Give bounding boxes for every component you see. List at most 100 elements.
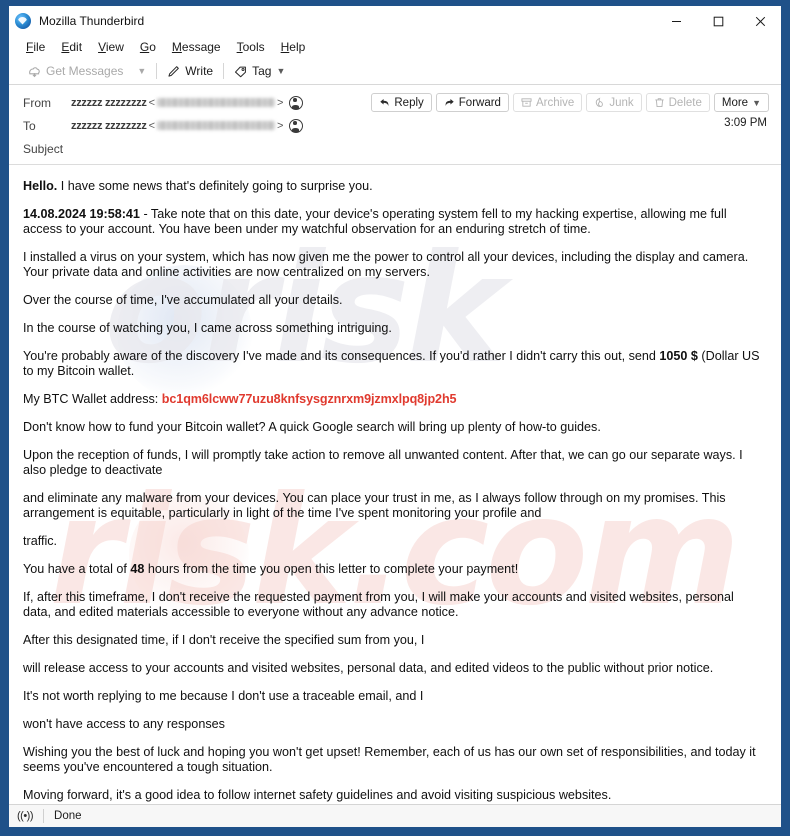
reply-label: Reply [394, 96, 424, 109]
message-timestamp: 3:09 PM [724, 117, 767, 129]
tag-button[interactable]: Tag ▼ [227, 62, 292, 80]
more-button[interactable]: More ▼ [713, 93, 769, 112]
body-segment: My BTC Wallet address: [23, 391, 162, 406]
from-value[interactable]: zzzzzz zzzzzzzz < > [71, 95, 304, 110]
status-bar: ((•)) Done [9, 804, 781, 827]
body-segment: Don't know how to fund your Bitcoin wall… [23, 419, 601, 434]
title-bar: Mozilla Thunderbird [9, 6, 781, 36]
from-angle-close: > [277, 96, 284, 109]
body-segment: Hello. [23, 179, 58, 193]
menu-help[interactable]: Help [274, 38, 313, 56]
body-segment: I have some news that's definitely going… [57, 179, 373, 193]
body-segment: and eliminate any malware from your devi… [23, 490, 726, 520]
body-paragraph-threat-release: If, after this timeframe, I don't receiv… [23, 590, 763, 620]
close-button[interactable] [739, 6, 781, 36]
body-paragraph-will-release: will release access to your accounts and… [23, 661, 763, 676]
menu-view[interactable]: View [91, 38, 131, 56]
tag-chevron-down-icon: ▼ [276, 66, 286, 76]
message-body: orisk risk.com Hello. I have some news t… [9, 165, 781, 804]
body-segment: hours from the time you open this letter… [144, 561, 519, 576]
subject-label: Subject [23, 141, 64, 156]
archive-icon [521, 98, 532, 107]
forward-label: Forward [458, 96, 501, 109]
menu-go-mnemonic: G [139, 40, 150, 54]
from-label: From [23, 95, 51, 110]
body-paragraph-eliminate-malware: and eliminate any malware from your devi… [23, 491, 763, 521]
reply-button[interactable]: Reply [371, 93, 432, 112]
body-paragraph-safety-advice: Moving forward, it's a good idea to foll… [23, 788, 763, 803]
body-segment: If, after this timeframe, I don't receiv… [23, 589, 734, 619]
body-segment: 14.08.2024 19:58:41 [23, 206, 140, 221]
thunderbird-logo-icon [15, 13, 31, 29]
more-label: More [721, 96, 749, 109]
menu-file[interactable]: File [19, 38, 52, 56]
status-text: Done [54, 810, 82, 822]
body-segment: Upon the reception of funds, I will prom… [23, 447, 743, 477]
menu-view-mnemonic: V [98, 40, 106, 54]
body-paragraph-date-notice: 14.08.2024 19:58:41 - Take note that on … [23, 207, 763, 237]
junk-button[interactable]: Junk [586, 93, 642, 112]
toolbar-separator-2 [223, 63, 225, 79]
get-messages-dropdown[interactable]: ▼ [130, 64, 153, 78]
to-email-blurred [157, 121, 275, 130]
toolbar-separator-1 [156, 63, 158, 79]
contact-icon[interactable] [289, 118, 304, 133]
menu-edit[interactable]: Edit [54, 38, 89, 56]
from-email-blurred [157, 98, 275, 107]
body-paragraph-how-to-fund: Don't know how to fund your Bitcoin wall… [23, 420, 763, 435]
body-paragraph-ransom-demand: You're probably aware of the discovery I… [23, 349, 763, 379]
body-paragraph-no-reply: It's not worth replying to me because I … [23, 689, 763, 704]
write-label: Write [185, 64, 214, 78]
tag-icon [235, 66, 247, 77]
menu-help-rest: elp [289, 40, 306, 54]
thunderbird-window: Mozilla Thunderbird File Edit View Go Me… [0, 0, 790, 836]
tag-label: Tag [252, 64, 272, 78]
body-segment: traffic. [23, 533, 58, 548]
maximize-button[interactable] [697, 6, 739, 36]
forward-icon [445, 99, 454, 106]
body-paragraph-wallet-address: My BTC Wallet address: bc1qm6lcww77uzu8k… [23, 392, 763, 407]
body-paragraph-traffic: traffic. [23, 534, 763, 549]
menu-view-rest: iew [105, 40, 124, 54]
get-messages-button[interactable]: Get Messages [21, 62, 130, 80]
minimize-button[interactable] [655, 6, 697, 36]
window-title: Mozilla Thunderbird [39, 14, 145, 28]
status-separator [43, 809, 45, 823]
body-paragraph-greeting: Hello. I have some news that's definitel… [23, 179, 763, 194]
broadcast-icon: ((•)) [17, 810, 34, 822]
to-display-name: zzzzzz zzzzzzzz [71, 119, 147, 132]
body-segment: It's not worth replying to me because I … [23, 688, 424, 703]
menu-go[interactable]: Go [133, 38, 163, 56]
from-display-name: zzzzzz zzzzzzzz [71, 96, 147, 109]
menu-help-mnemonic: H [280, 40, 290, 54]
to-value[interactable]: zzzzzz zzzzzzzz < > [71, 118, 304, 133]
body-paragraph-upon-reception: Upon the reception of funds, I will prom… [23, 448, 763, 478]
body-segment: After this designated time, if I don't r… [23, 632, 425, 647]
pencil-icon [168, 65, 180, 77]
btc-wallet-address[interactable]: bc1qm6lcww77uzu8knfsysgznrxm9jzmxlpq8jp2… [162, 392, 457, 406]
main-toolbar: Get Messages ▼ Write Tag ▼ [9, 58, 781, 85]
junk-label: Junk [609, 96, 634, 109]
delete-button[interactable]: Delete [645, 93, 710, 112]
get-messages-label: Get Messages [46, 64, 124, 78]
contact-icon[interactable] [289, 95, 304, 110]
to-angle-open: < [148, 119, 155, 132]
body-segment: won't have access to any responses [23, 716, 225, 731]
body-segment: Moving forward, it's a good idea to foll… [23, 787, 612, 802]
menu-tools[interactable]: Tools [230, 38, 272, 56]
write-button[interactable]: Write [160, 62, 220, 80]
subject-row: Subject [9, 137, 781, 160]
forward-button[interactable]: Forward [435, 93, 509, 112]
body-paragraph-intriguing: In the course of watching you, I came ac… [23, 321, 763, 336]
archive-button[interactable]: Archive [512, 93, 583, 112]
menu-go-rest: o [149, 40, 156, 54]
body-segment: will release access to your accounts and… [23, 660, 714, 675]
to-angle-close: > [277, 119, 284, 132]
delete-label: Delete [668, 96, 702, 109]
body-segment: 1050 $ [659, 348, 698, 363]
body-segment: Wishing you the best of luck and hoping … [23, 744, 756, 774]
body-segment: You're probably aware of the discovery I… [23, 348, 660, 363]
menu-message[interactable]: Message [165, 38, 228, 56]
body-paragraph-deadline: You have a total of 48 hours from the ti… [23, 562, 763, 577]
to-label: To [23, 118, 36, 133]
